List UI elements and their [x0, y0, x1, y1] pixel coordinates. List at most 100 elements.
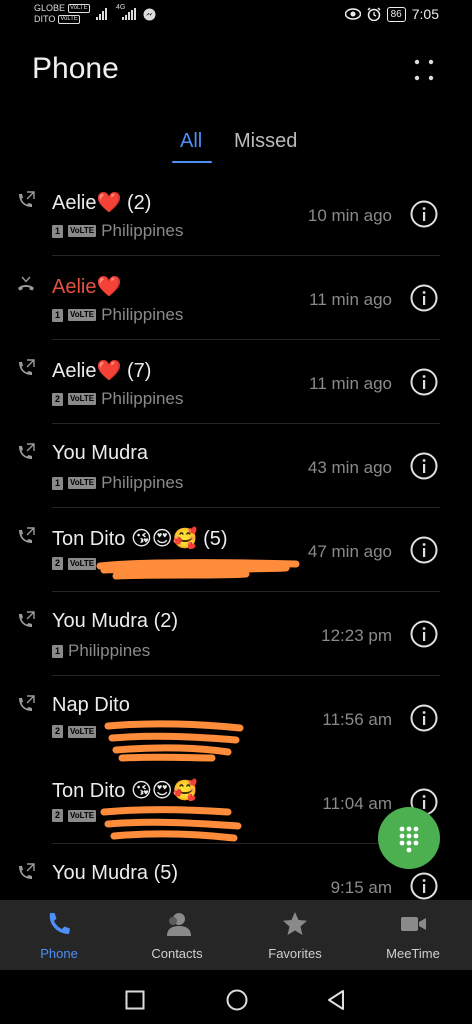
- call-details: 1 Philippines: [52, 641, 150, 661]
- call-time: 11 min ago: [309, 374, 392, 393]
- sim-badge: 2: [52, 809, 63, 822]
- call-details: 2 VoLTE Philippines: [52, 389, 183, 409]
- outgoing-call-icon: [19, 191, 35, 207]
- call-time: 11 min ago: [309, 290, 392, 309]
- call-row[interactable]: Aelie❤️ 1 VoLTE Philippines 11 min ago: [0, 256, 472, 340]
- sim-badge: 2: [52, 725, 63, 738]
- nav-favorites-label: Favorites: [268, 946, 322, 961]
- call-row[interactable]: Aelie❤️ (7) 2 VoLTE Philippines 11 min ago: [0, 340, 472, 424]
- nav-favorites[interactable]: Favorites: [236, 900, 354, 970]
- nav-phone[interactable]: Phone: [0, 900, 118, 970]
- contact-name: Nap Dito: [52, 694, 130, 717]
- contact-name-text: Aelie: [52, 360, 97, 382]
- call-count: (7): [126, 360, 152, 382]
- active-tab-indicator: [172, 161, 212, 163]
- call-count: (5): [203, 528, 228, 550]
- sim-badge: 2: [52, 557, 63, 570]
- volte-badge: VoLTE: [68, 393, 97, 405]
- call-location: Philippines: [101, 221, 184, 240]
- contact-emoji: ❤️: [96, 192, 122, 214]
- info-icon[interactable]: [410, 200, 438, 228]
- call-row[interactable]: Nap Dito 2 VoLTE 11:56 am: [0, 676, 472, 762]
- call-details: 2 VoLTE: [52, 809, 97, 822]
- contact-name: Aelie❤️: [52, 274, 121, 299]
- contact-name-text: Ton Dito: [52, 528, 126, 550]
- call-filter-tabs: All Missed: [0, 130, 472, 170]
- status-bar: GLOBE VoLTE DITO VoLTE 4G 86 7:05: [0, 0, 472, 34]
- system-navigation-bar: [0, 970, 472, 1024]
- contact-name-text: You Mudra: [52, 442, 148, 464]
- contact-name: You Mudra: [52, 442, 148, 465]
- outgoing-call-icon: [19, 443, 35, 459]
- nav-meetime[interactable]: MeeTime: [354, 900, 472, 970]
- call-location: Philippines: [101, 473, 184, 492]
- contact-name: Ton Dito 😘😍🥰 (5): [52, 526, 228, 551]
- star-icon: [283, 912, 307, 935]
- contact-emoji: 😘😍🥰: [130, 528, 198, 550]
- info-icon[interactable]: [410, 452, 438, 480]
- contact-emoji: ❤️: [96, 360, 122, 382]
- outgoing-call-icon: [19, 863, 35, 879]
- sim-badge: 2: [52, 392, 63, 406]
- call-time: 47 min ago: [307, 542, 392, 561]
- contact-name-text: You Mudra: [52, 862, 148, 884]
- call-row[interactable]: Ton Dito 😘😍🥰 (5) 2 VoLTE 47 min ago: [0, 508, 472, 592]
- contact-name-text: You Mudra: [52, 610, 148, 632]
- info-icon[interactable]: [410, 368, 438, 396]
- call-count: (2): [153, 610, 179, 632]
- tab-all[interactable]: All: [180, 130, 202, 153]
- carrier-info: GLOBE VoLTE DITO VoLTE: [34, 3, 90, 25]
- carrier-2-volte: VoLTE: [58, 15, 80, 24]
- dialpad-icon: [399, 826, 419, 853]
- signal-2-icon: [122, 8, 136, 20]
- outgoing-call-icon: [19, 527, 35, 543]
- contact-name: You Mudra (5): [52, 862, 178, 885]
- bottom-navigation: Phone Contacts Favorites MeeTime: [0, 900, 472, 970]
- recents-icon[interactable]: [125, 990, 145, 1010]
- call-location: Philippines: [101, 305, 184, 324]
- sim-badge: 1: [52, 308, 63, 322]
- contact-name: You Mudra (2): [52, 610, 178, 633]
- info-icon[interactable]: [410, 620, 438, 648]
- battery-indicator: 86: [386, 6, 406, 22]
- info-icon[interactable]: [410, 872, 438, 900]
- contact-emoji: 😘😍🥰: [130, 780, 198, 802]
- status-right: 86 7:05: [344, 6, 439, 22]
- contact-name-text: Aelie: [52, 192, 97, 214]
- back-icon[interactable]: [325, 988, 347, 1012]
- nav-meetime-label: MeeTime: [386, 946, 440, 961]
- eye-comfort-icon: [344, 8, 361, 20]
- volte-badge: VoLTE: [68, 557, 97, 570]
- carrier-1-volte: VoLTE: [68, 4, 90, 13]
- call-time: 11:56 am: [322, 710, 392, 729]
- call-time: 12:23 pm: [321, 626, 392, 645]
- call-details: 1 VoLTE Philippines: [52, 473, 183, 493]
- redaction-scribble: [100, 806, 242, 842]
- sim-badge: 1: [52, 224, 63, 238]
- contact-name-text: Nap Dito: [52, 694, 130, 716]
- call-row[interactable]: You Mudra (2) 1 Philippines 12:23 pm: [0, 592, 472, 676]
- info-icon[interactable]: [410, 536, 438, 564]
- phone-icon: [49, 913, 70, 934]
- alarm-icon: [367, 7, 381, 21]
- call-time: 10 min ago: [307, 206, 392, 225]
- contact-emoji: ❤️: [96, 276, 122, 298]
- call-time: 9:15 am: [330, 878, 392, 897]
- carrier-2-label: DITO: [34, 14, 56, 24]
- contact-name: Ton Dito 😘😍🥰: [52, 778, 198, 803]
- call-row[interactable]: Aelie❤️ (2) 1 VoLTE Philippines 10 min ago: [0, 172, 472, 256]
- tab-missed[interactable]: Missed: [234, 130, 297, 153]
- nav-contacts[interactable]: Contacts: [118, 900, 236, 970]
- outgoing-call-icon: [19, 359, 35, 375]
- video-icon: [401, 917, 426, 931]
- info-icon[interactable]: [410, 704, 438, 732]
- outgoing-call-icon: [19, 695, 35, 711]
- more-menu-icon[interactable]: [412, 56, 436, 84]
- home-icon[interactable]: [225, 988, 249, 1012]
- contact-name-text: Aelie: [52, 276, 97, 298]
- info-icon[interactable]: [410, 284, 438, 312]
- call-row[interactable]: You Mudra 1 VoLTE Philippines 43 min ago: [0, 424, 472, 508]
- volte-badge: VoLTE: [68, 309, 97, 321]
- sim-badge: 1: [52, 644, 63, 658]
- dialpad-button[interactable]: [378, 807, 440, 869]
